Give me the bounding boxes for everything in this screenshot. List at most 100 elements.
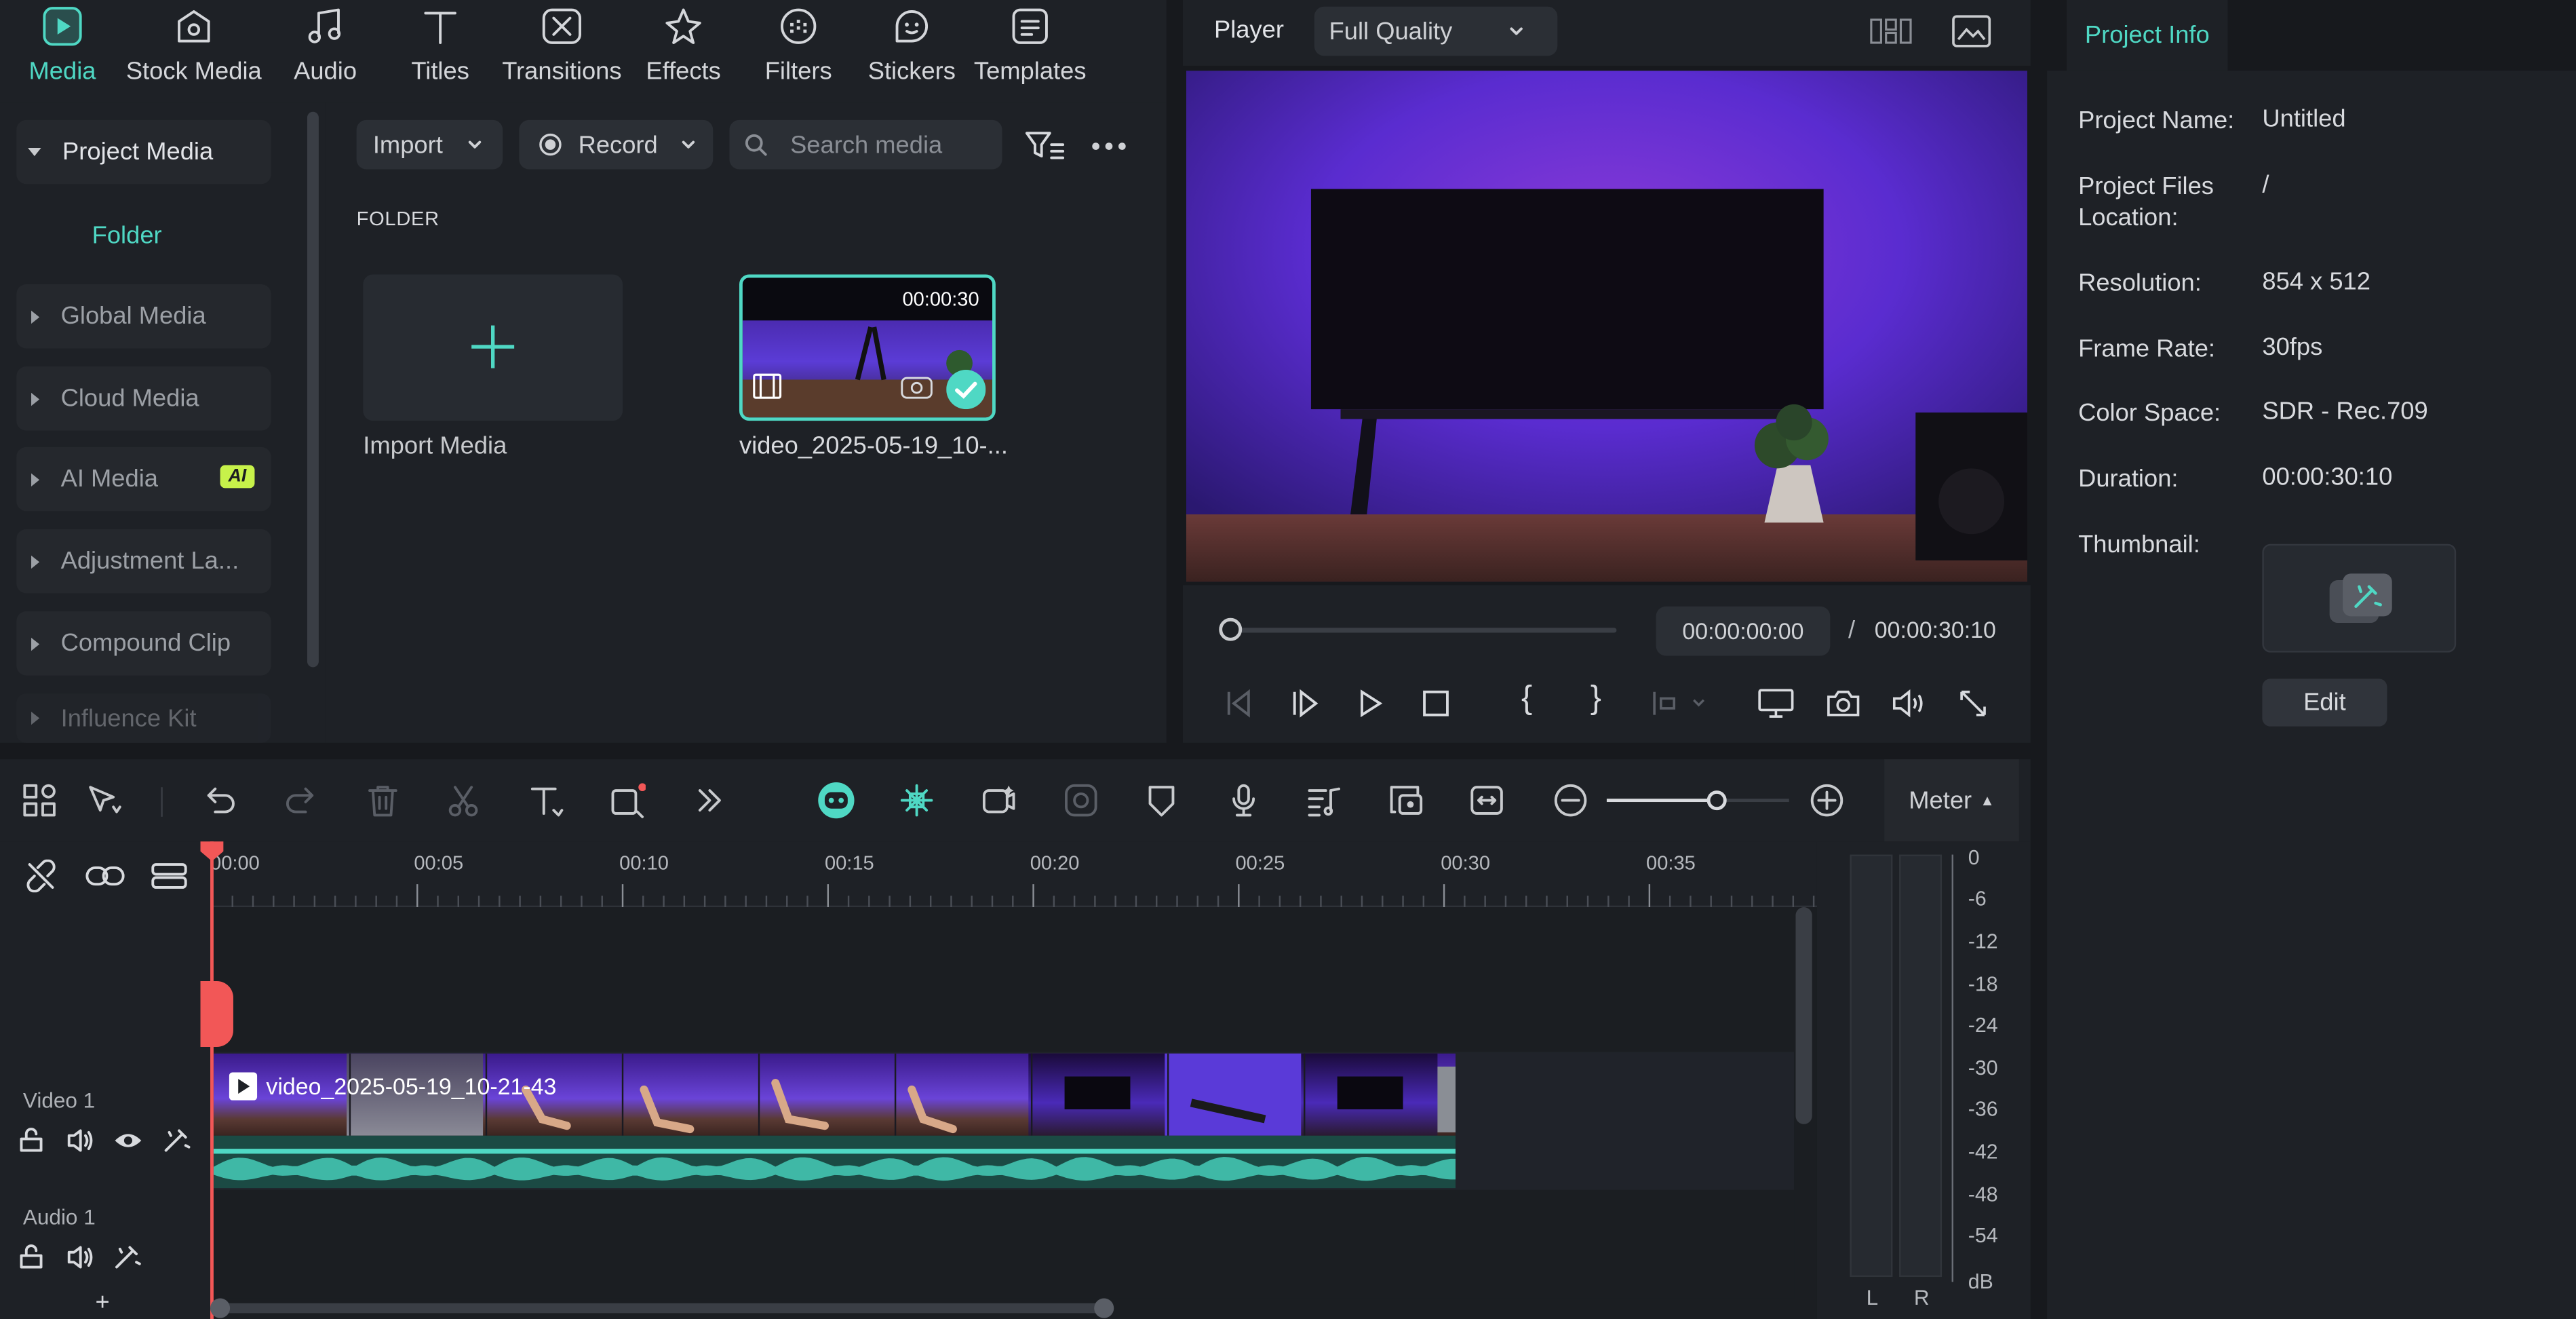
volume-icon[interactable] — [1891, 687, 1927, 719]
timeline-horizontal-scrollbar[interactable] — [210, 1298, 1114, 1318]
track-lock-icon[interactable] — [18, 1128, 45, 1154]
track-visibility-icon[interactable] — [113, 1128, 143, 1154]
sidebar-item-ai-media[interactable]: AI Media AI — [16, 446, 271, 512]
text-tool-icon[interactable] — [528, 782, 564, 818]
track-volume-icon[interactable] — [66, 1244, 96, 1271]
zoom-out-icon[interactable] — [1553, 782, 1588, 818]
tab-filters[interactable]: Filters — [762, 0, 835, 102]
stop-icon[interactable] — [1420, 687, 1452, 719]
sidebar-item-global-media[interactable]: Global Media — [16, 284, 271, 349]
edit-thumbnail-button[interactable]: Edit — [2262, 678, 2387, 727]
playhead-marker[interactable] — [200, 981, 233, 1047]
scissors-icon[interactable] — [445, 782, 481, 818]
tab-project-info[interactable]: Project Info — [2067, 0, 2228, 71]
search-input[interactable]: Search media — [729, 119, 1002, 170]
media-sidebar: Project Media Folder Global Media Cloud … — [0, 102, 326, 743]
sidebar-item-cloud-media[interactable]: Cloud Media — [16, 366, 271, 431]
shield-marker-icon[interactable] — [1144, 782, 1179, 818]
audio-mix-icon[interactable] — [1306, 782, 1342, 818]
tab-stickers[interactable]: Stickers — [867, 0, 956, 102]
record-dropdown[interactable]: Record — [519, 119, 714, 170]
add-track-button[interactable]: + — [95, 1288, 109, 1316]
crop-shape-icon[interactable] — [610, 782, 646, 818]
timeline-vertical-scrollbar[interactable] — [1795, 907, 1812, 1124]
tab-transitions[interactable]: Transitions — [499, 0, 624, 102]
tab-effects[interactable]: Effects — [644, 0, 723, 102]
stabilize-icon[interactable] — [1063, 782, 1099, 818]
tab-label: Effects — [646, 57, 721, 85]
import-media-tile[interactable] — [363, 274, 623, 421]
playhead-handle[interactable] — [200, 841, 224, 862]
scroll-handle-left[interactable] — [210, 1298, 231, 1318]
sidebar-item-project-media[interactable]: Project Media — [16, 119, 271, 185]
link-icon[interactable] — [85, 860, 125, 892]
track-ai-magic-icon[interactable] — [163, 1128, 193, 1154]
timeline-toolbar: Meter ▲ — [0, 759, 2031, 842]
audio-track-lane[interactable] — [210, 1193, 1795, 1299]
current-timecode[interactable]: 00:00:00:00 — [1656, 606, 1831, 656]
auto-snap-icon[interactable] — [899, 782, 935, 818]
sidebar-scrollbar[interactable] — [307, 111, 319, 668]
tab-titles[interactable]: Titles — [404, 0, 477, 102]
fit-timeline-icon[interactable] — [1468, 782, 1504, 818]
timeline-clip-name: video_2025-05-19_10-21-43 — [266, 1073, 557, 1100]
progress-handle[interactable] — [1219, 617, 1243, 641]
media-library: Import Record Search media FOLDER Import… — [325, 102, 1167, 743]
tab-stock-media[interactable]: Stock Media — [125, 0, 262, 102]
zoom-in-icon[interactable] — [1809, 782, 1845, 818]
progress-track[interactable] — [1228, 628, 1617, 633]
quality-dropdown[interactable]: Full Quality — [1314, 6, 1558, 56]
more-options-icon[interactable] — [1091, 141, 1127, 151]
timeline-clip[interactable]: video_2025-05-19_10-21-43 — [213, 1053, 1456, 1189]
layout-grid-icon[interactable] — [1869, 16, 1912, 46]
folder-heading: FOLDER — [356, 207, 440, 231]
track-lock-icon[interactable] — [18, 1244, 45, 1271]
caret-right-icon — [31, 391, 40, 406]
tab-templates[interactable]: Templates — [973, 0, 1088, 102]
sidebar-item-compound-clip[interactable]: Compound Clip — [16, 611, 271, 676]
media-clip-thumbnail[interactable]: 00:00:30 — [739, 274, 996, 421]
mark-in-icon[interactable]: { — [1521, 681, 1532, 719]
ai-copilot-icon[interactable] — [817, 781, 856, 820]
track-group-icon[interactable] — [151, 860, 187, 892]
previous-frame-icon[interactable] — [1222, 687, 1255, 719]
redo-icon[interactable] — [283, 782, 319, 818]
import-dropdown[interactable]: Import — [356, 119, 503, 170]
video-preview[interactable] — [1186, 71, 2027, 582]
snapshot-camera-icon[interactable] — [1825, 687, 1861, 719]
select-pointer-icon[interactable] — [85, 782, 121, 818]
scroll-handle-right[interactable] — [1094, 1298, 1114, 1318]
insert-clip-icon[interactable] — [1650, 687, 1709, 719]
tab-audio[interactable]: Audio — [289, 0, 362, 102]
track-volume-icon[interactable] — [66, 1128, 96, 1154]
sidebar-item-influence-kit[interactable]: Influence Kit — [16, 693, 271, 743]
play-icon[interactable] — [1354, 687, 1386, 719]
sidebar-item-adjustment-layer[interactable]: Adjustment La... — [16, 529, 271, 594]
image-icon[interactable] — [1952, 15, 1991, 47]
filter-sort-icon[interactable] — [1025, 130, 1065, 162]
preview-render-icon[interactable] — [1388, 782, 1424, 818]
meter-toggle-button[interactable]: Meter ▲ — [1884, 759, 2019, 842]
layout-icon[interactable] — [21, 782, 57, 818]
next-frame-icon[interactable] — [1288, 687, 1321, 719]
delete-icon[interactable] — [365, 782, 401, 818]
media-clip-name: video_2025-05-19_10-... — [739, 432, 1008, 461]
zoom-slider-handle[interactable] — [1706, 790, 1726, 811]
track-ai-magic-icon[interactable] — [113, 1244, 143, 1271]
time-ruler[interactable]: 00:00 00:05 00:10 00:15 00:20 00:25 00:3… — [210, 841, 1817, 908]
playhead[interactable] — [200, 841, 233, 1319]
tab-media[interactable]: Media — [24, 0, 100, 102]
more-tools-icon[interactable] — [692, 782, 728, 818]
player-controls: 00:00:00:00 / 00:00:30:10 { } — [1182, 585, 2031, 743]
fullscreen-icon[interactable] — [1957, 687, 1989, 719]
thumbnail-preview[interactable] — [2262, 543, 2457, 653]
unlink-icon[interactable] — [24, 859, 57, 893]
display-settings-icon[interactable] — [1758, 687, 1794, 719]
ai-video-icon[interactable] — [981, 782, 1017, 818]
sidebar-item-folder[interactable]: Folder — [92, 222, 162, 250]
microphone-icon[interactable] — [1226, 782, 1262, 818]
mark-out-icon[interactable]: } — [1591, 681, 1601, 719]
undo-icon[interactable] — [202, 782, 238, 818]
duration-value: 00:00:30:10 — [2262, 463, 2393, 492]
sidebar-item-label: Global Media — [60, 302, 206, 330]
